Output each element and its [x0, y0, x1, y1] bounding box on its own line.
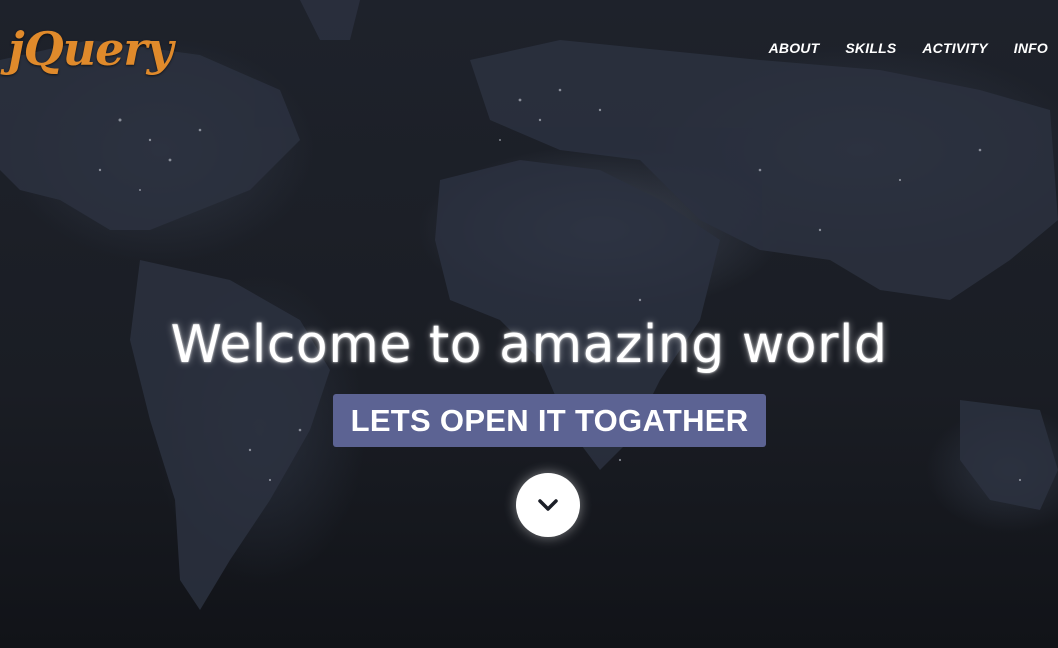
nav-item-skills[interactable]: SKILLS [845, 40, 896, 56]
logo[interactable]: jQuery [8, 22, 173, 76]
nav-item-about[interactable]: ABOUT [769, 40, 820, 56]
hero-title: Welcome to amazing world [170, 315, 888, 375]
scroll-down-button[interactable] [516, 473, 580, 537]
page: jQuery ABOUT SKILLS ACTIVITY INFO Welcom… [0, 0, 1058, 648]
nav-item-info[interactable]: INFO [1014, 40, 1048, 56]
nav-item-activity[interactable]: ACTIVITY [922, 40, 987, 56]
chevron-down-icon [538, 499, 558, 511]
main-nav: ABOUT SKILLS ACTIVITY INFO [743, 40, 1048, 56]
hero-subtitle: LETS OPEN IT TOGATHER [333, 394, 766, 447]
